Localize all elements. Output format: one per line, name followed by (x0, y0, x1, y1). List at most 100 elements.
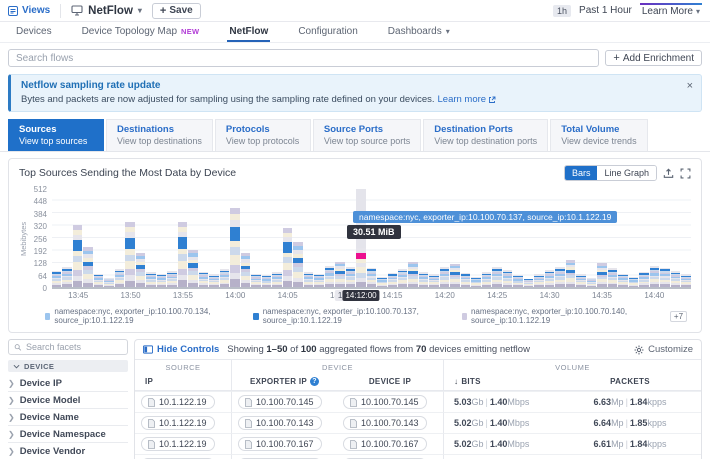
facet-item-device-ip[interactable]: ❯Device IP (8, 375, 128, 392)
chart-bar[interactable] (629, 189, 638, 287)
nav-tab-dashboards[interactable]: Dashboards▾ (386, 23, 452, 42)
device-pill[interactable]: 10.100.70.143 (343, 416, 427, 430)
chart-bar[interactable] (314, 189, 323, 287)
view-tab-sources[interactable]: SourcesView top sources (8, 119, 104, 151)
col-device-ip[interactable]: DEVICE IP (337, 374, 443, 391)
facet-search-input[interactable] (26, 342, 122, 352)
facet-item-device-namespace[interactable]: ❯Device Namespace (8, 426, 128, 443)
chart-bar[interactable] (62, 189, 71, 287)
chart-bar[interactable] (188, 189, 197, 287)
views-button[interactable]: Views (8, 5, 50, 16)
device-pill[interactable]: 10.100.70.145 (343, 395, 427, 409)
nav-tab-devices[interactable]: Devices (14, 23, 54, 42)
ip-pill[interactable]: 10.1.122.19 (141, 437, 215, 451)
table-row[interactable]: 10.1.122.1910.100.70.13710.100.70.1375.0… (135, 454, 701, 459)
nav-tab-configuration[interactable]: Configuration (296, 23, 359, 42)
hide-controls-button[interactable]: Hide Controls (143, 344, 219, 355)
chart-bar[interactable] (73, 189, 82, 287)
chart-bar[interactable] (660, 189, 669, 287)
chart-bar[interactable] (335, 189, 344, 287)
chart-bar[interactable] (618, 189, 627, 287)
chart-bar[interactable] (115, 189, 124, 287)
plot-area: 13:4513:5013:5514:0014:0514:1014:1514:20… (52, 189, 691, 302)
chart-bar[interactable] (639, 189, 648, 287)
chart-bar[interactable] (681, 189, 690, 287)
help-icon[interactable]: ? (310, 377, 319, 386)
facet-search[interactable] (8, 339, 128, 355)
add-enrichment-button[interactable]: + Add Enrichment (605, 50, 702, 66)
view-tab-destinations[interactable]: DestinationsView top destinations (106, 119, 213, 151)
col-bits[interactable]: ↓ BITS (443, 374, 559, 391)
app-title[interactable]: NetFlow ▾ (71, 5, 142, 17)
chart-bar[interactable] (241, 189, 250, 287)
view-tab-title: Destination Ports (434, 124, 537, 135)
chart-bar[interactable] (262, 189, 271, 287)
legend-item[interactable]: namespace:nyc, exporter_ip:10.100.70.140… (462, 307, 654, 325)
bar-segment (587, 286, 596, 287)
ip-pill[interactable]: 10.1.122.19 (141, 395, 215, 409)
chart-bar[interactable] (94, 189, 103, 287)
nav-tab-netflow[interactable]: NetFlow (227, 23, 270, 42)
legend-item[interactable]: namespace:nyc, exporter_ip:10.100.70.134… (45, 307, 237, 325)
file-icon (245, 419, 252, 428)
chart-bar[interactable] (136, 189, 145, 287)
save-button[interactable]: + Save (152, 3, 201, 19)
device-pill[interactable]: 10.100.70.167 (343, 437, 427, 451)
view-tab-source-ports[interactable]: Source PortsView top source ports (313, 119, 421, 151)
legend-more-badge[interactable]: +7 (670, 311, 687, 322)
col-ip[interactable]: IP (135, 374, 231, 391)
table-row[interactable]: 10.1.122.1910.100.70.14510.100.70.1455.0… (135, 391, 701, 412)
col-exporter-ip[interactable]: EXPORTER IP ? (231, 374, 337, 391)
chart-bar[interactable] (52, 189, 61, 287)
chart-bar[interactable] (325, 189, 334, 287)
chart-bar[interactable] (157, 189, 166, 287)
facet-group-device[interactable]: DEVICE (8, 360, 128, 372)
close-icon[interactable]: × (687, 80, 693, 92)
exporter-pill[interactable]: 10.100.70.167 (238, 437, 322, 451)
exporter-pill[interactable]: 10.100.70.145 (238, 395, 322, 409)
chart-bar[interactable] (125, 189, 134, 287)
chart-bar[interactable] (251, 189, 260, 287)
facet-item-device-vendor[interactable]: ❯Device Vendor (8, 443, 128, 459)
chart-bar[interactable] (293, 189, 302, 287)
legend-item[interactable]: namespace:nyc, exporter_ip:10.100.70.137… (253, 307, 445, 325)
time-range-label[interactable]: Past 1 Hour (579, 5, 632, 16)
col-packets[interactable]: PACKETS (559, 374, 701, 391)
chart-bar[interactable] (650, 189, 659, 287)
toggle-line-graph[interactable]: Line Graph (597, 166, 656, 180)
time-badge[interactable]: 1h (553, 5, 571, 17)
chart-bar[interactable] (178, 189, 187, 287)
chart-bar[interactable] (167, 189, 176, 287)
nav-tab-device-topology-map[interactable]: Device Topology MapNEW (80, 23, 202, 42)
app-title-caret-icon[interactable]: ▾ (138, 6, 142, 15)
learn-more-button[interactable]: Learn More ▾ (640, 3, 702, 19)
customize-button[interactable]: Customize (634, 344, 693, 355)
facet-item-label: Device Name (20, 412, 79, 423)
view-tab-total-volume[interactable]: Total VolumeView device trends (550, 119, 647, 151)
chart-bar[interactable] (199, 189, 208, 287)
view-tab-protocols[interactable]: ProtocolsView top protocols (215, 119, 311, 151)
ip-pill[interactable]: 10.1.122.19 (141, 416, 215, 430)
toggle-bars[interactable]: Bars (565, 166, 598, 180)
banner-learn-more-link[interactable]: Learn more (438, 94, 497, 105)
search-input[interactable] (8, 49, 599, 67)
table-row[interactable]: 10.1.122.1910.100.70.16710.100.70.1675.0… (135, 433, 701, 454)
chart-bar[interactable] (209, 189, 218, 287)
chart-bar[interactable] (671, 189, 680, 287)
x-tick-label: 14:00 (225, 291, 245, 300)
chart-bar[interactable] (146, 189, 155, 287)
table-row[interactable]: 10.1.122.1910.100.70.14310.100.70.1435.0… (135, 412, 701, 433)
view-tab-destination-ports[interactable]: Destination PortsView top destination po… (423, 119, 548, 151)
chart-bar[interactable] (230, 189, 239, 287)
chart-bar[interactable] (304, 189, 313, 287)
chart-bar[interactable] (272, 189, 281, 287)
exporter-pill[interactable]: 10.100.70.143 (238, 416, 322, 430)
chart-bar[interactable] (283, 189, 292, 287)
chart-bar[interactable] (104, 189, 113, 287)
chart-bar[interactable] (83, 189, 92, 287)
chart-bar[interactable] (220, 189, 229, 287)
facet-item-device-name[interactable]: ❯Device Name (8, 409, 128, 426)
facet-item-device-model[interactable]: ❯Device Model (8, 392, 128, 409)
fullscreen-icon[interactable] (680, 168, 691, 179)
export-icon[interactable] (663, 168, 674, 179)
